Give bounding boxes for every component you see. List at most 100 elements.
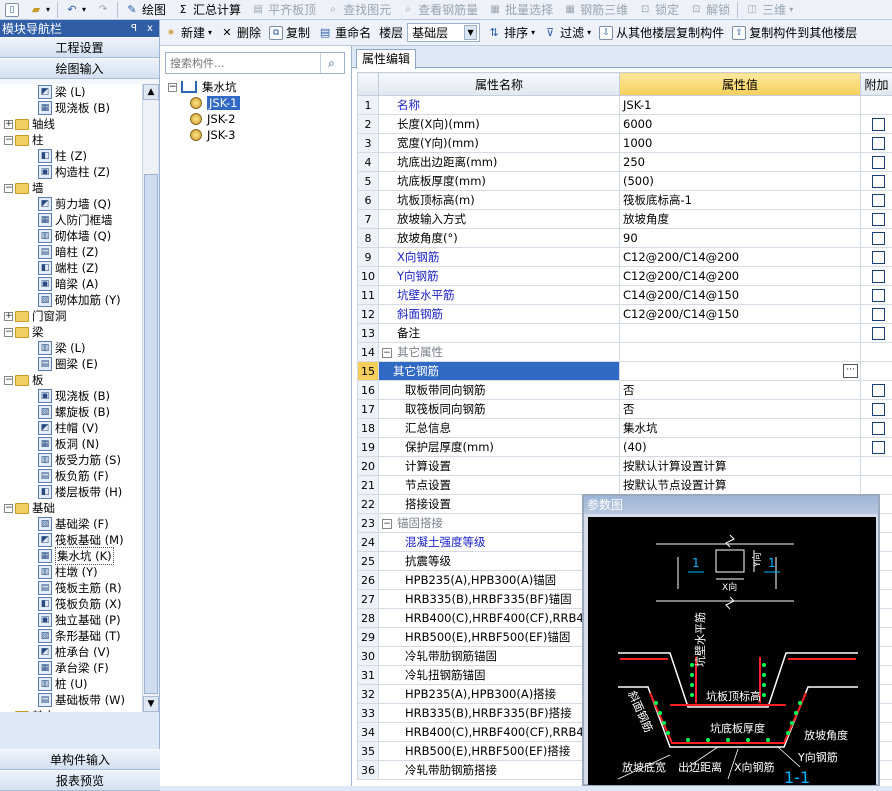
nav-tree-item[interactable]: ▤圈梁 (E) [0, 356, 142, 372]
component-item[interactable]: JSK-1 [168, 95, 240, 111]
property-row[interactable]: 7放坡输入方式放坡角度 [358, 210, 892, 229]
property-value-cell[interactable]: (500) [620, 172, 861, 191]
delete-button[interactable]: ✕删除 [216, 23, 265, 43]
property-value-cell[interactable]: C12@200/C14@200 [620, 248, 861, 267]
property-row[interactable]: 17取筏板同向钢筋否 [358, 400, 892, 419]
property-row[interactable]: 21节点设置按默认节点设置计算 [358, 476, 892, 495]
component-item[interactable]: JSK-2 [168, 111, 240, 127]
property-row[interactable]: 18汇总信息集水坑 [358, 419, 892, 438]
nav-tree-item[interactable]: ▧基础梁 (F) [0, 516, 142, 532]
property-row[interactable]: 1名称JSK-1 [358, 96, 892, 115]
redo-button[interactable]: ↷ [91, 1, 115, 19]
nav-tree-item[interactable]: ▤筏板主筋 (R) [0, 580, 142, 596]
drawing-input-button[interactable]: 绘图输入 [0, 58, 159, 79]
property-value-cell[interactable]: 筏板底标高-1 [620, 191, 861, 210]
property-row[interactable]: 6坑板顶标高(m)筏板底标高-1 [358, 191, 892, 210]
search-icon[interactable]: ⌕ [320, 53, 342, 73]
extra-checkbox[interactable] [872, 232, 885, 245]
nav-tree-item[interactable]: −板 [0, 372, 142, 388]
property-value-cell[interactable]: 集水坑 [620, 419, 861, 438]
nav-tree-item[interactable]: ▣独立基础 (P) [0, 612, 142, 628]
property-row[interactable]: 14−其它属性 [358, 343, 892, 362]
nav-tree-item[interactable]: −基础 [0, 500, 142, 516]
extra-checkbox[interactable] [872, 270, 885, 283]
property-value-cell[interactable]: 否 [620, 400, 861, 419]
property-row[interactable]: 2长度(X向)(mm)6000 [358, 115, 892, 134]
property-row[interactable]: 13备注 [358, 324, 892, 343]
extra-checkbox[interactable] [872, 194, 885, 207]
ellipsis-button[interactable]: ··· [843, 364, 858, 378]
single-input-button[interactable]: 单构件输入 [0, 749, 160, 770]
extra-checkbox[interactable] [872, 327, 885, 340]
copy-to-floor-button[interactable]: ⇧复制构件到其他楼层 [728, 23, 861, 43]
nav-tree-item[interactable]: ◩剪力墙 (Q) [0, 196, 142, 212]
nav-tree-item[interactable]: ◧楼层板带 (H) [0, 484, 142, 500]
property-value-cell[interactable]: C14@200/C14@150 [620, 286, 861, 305]
property-value-cell[interactable]: 否 [620, 381, 861, 400]
tree-scrollbar[interactable]: ▲ ▼ [142, 84, 158, 712]
property-value-cell[interactable]: 90 [620, 229, 861, 248]
copy-button[interactable]: ⧉复制 [265, 23, 314, 43]
extra-checkbox[interactable] [872, 175, 885, 188]
nav-tree-item[interactable]: ▧条形基础 (T) [0, 628, 142, 644]
nav-tree-item[interactable]: ▦承台梁 (F) [0, 660, 142, 676]
nav-tree-item[interactable]: ▤暗柱 (Z) [0, 244, 142, 260]
nav-tree-item[interactable]: ▥桩 (U) [0, 676, 142, 692]
property-row[interactable]: 16取板带同向钢筋否 [358, 381, 892, 400]
extra-checkbox[interactable] [872, 213, 885, 226]
nav-tree-item[interactable]: ▥砌体墙 (Q) [0, 228, 142, 244]
extra-checkbox[interactable] [872, 251, 885, 264]
nav-tree-item[interactable]: −墙 [0, 180, 142, 196]
collapse-toggle[interactable]: − [168, 83, 177, 92]
pin-icon[interactable]: ꟼ [128, 23, 140, 35]
nav-tree-item[interactable]: ▦现浇板 (B) [0, 100, 142, 116]
filter-button[interactable]: ⊽过滤▾ [539, 23, 595, 43]
rename-button[interactable]: ▤重命名 [314, 23, 375, 43]
chevron-down-icon[interactable]: ▼ [464, 25, 477, 40]
nav-tree-item[interactable]: ◩梁 (L) [0, 84, 142, 100]
scroll-up-icon[interactable]: ▲ [143, 84, 159, 100]
copy-from-floor-button[interactable]: ⇩从其他楼层复制构件 [595, 23, 728, 43]
property-value-cell[interactable]: (40) [620, 438, 861, 457]
property-value-cell[interactable]: 6000 [620, 115, 861, 134]
collapse-icon[interactable]: − [382, 348, 392, 358]
new-component-button[interactable]: ✶新建▾ [160, 23, 216, 43]
collapse-icon[interactable]: − [4, 504, 13, 513]
nav-tree-item[interactable]: +其它 [0, 708, 142, 712]
property-row[interactable]: 11坑壁水平筋C14@200/C14@150 [358, 286, 892, 305]
nav-tree-item[interactable]: ◩柱帽 (V) [0, 420, 142, 436]
collapse-icon[interactable]: − [4, 376, 13, 385]
batch-select-button[interactable]: ▦批量选择 [483, 1, 558, 19]
property-row[interactable]: 9X向钢筋C12@200/C14@200 [358, 248, 892, 267]
nav-tree-item[interactable]: ◩桩承台 (V) [0, 644, 142, 660]
nav-tree-item[interactable]: ◧筏板负筋 (X) [0, 596, 142, 612]
lock-button[interactable]: ⊡锁定 [633, 1, 684, 19]
property-value-cell[interactable]: JSK-1 [620, 96, 861, 115]
view-rebar-button[interactable]: ⌕查看钢筋量 [396, 1, 483, 19]
property-row[interactable]: 10Y向钢筋C12@200/C14@200 [358, 267, 892, 286]
property-value-cell[interactable]: ··· [620, 362, 861, 381]
rebar-3d-button[interactable]: ▦钢筋三维 [558, 1, 633, 19]
nav-tree-item[interactable]: ▣现浇板 (B) [0, 388, 142, 404]
draw-button[interactable]: ✎绘图 [120, 1, 171, 19]
nav-tree-item[interactable]: ▤基础板带 (W) [0, 692, 142, 708]
property-row[interactable]: 4坑底出边距离(mm)250 [358, 153, 892, 172]
scroll-thumb[interactable] [144, 174, 158, 694]
extra-checkbox[interactable] [872, 156, 885, 169]
nav-tree-item[interactable]: ◩筏板基础 (M) [0, 532, 142, 548]
nav-tree-item[interactable]: ▥板受力筋 (S) [0, 452, 142, 468]
property-row[interactable]: 12斜面钢筋C12@200/C14@150 [358, 305, 892, 324]
report-preview-button[interactable]: 报表预览 [0, 770, 160, 791]
expand-icon[interactable]: + [4, 120, 13, 129]
close-icon[interactable]: x [144, 23, 156, 35]
component-item[interactable]: JSK-3 [168, 127, 240, 143]
property-value-cell[interactable]: 1000 [620, 134, 861, 153]
extra-checkbox[interactable] [872, 118, 885, 131]
nav-tree-item[interactable]: ◧柱 (Z) [0, 148, 142, 164]
extra-checkbox[interactable] [872, 422, 885, 435]
nav-tree-item[interactable]: ▦板洞 (N) [0, 436, 142, 452]
property-value-cell[interactable]: C12@200/C14@150 [620, 305, 861, 324]
open-button[interactable]: ▰▾ [24, 1, 55, 19]
unlock-button[interactable]: ⊡解锁 [684, 1, 735, 19]
nav-tree-item[interactable]: +轴线 [0, 116, 142, 132]
